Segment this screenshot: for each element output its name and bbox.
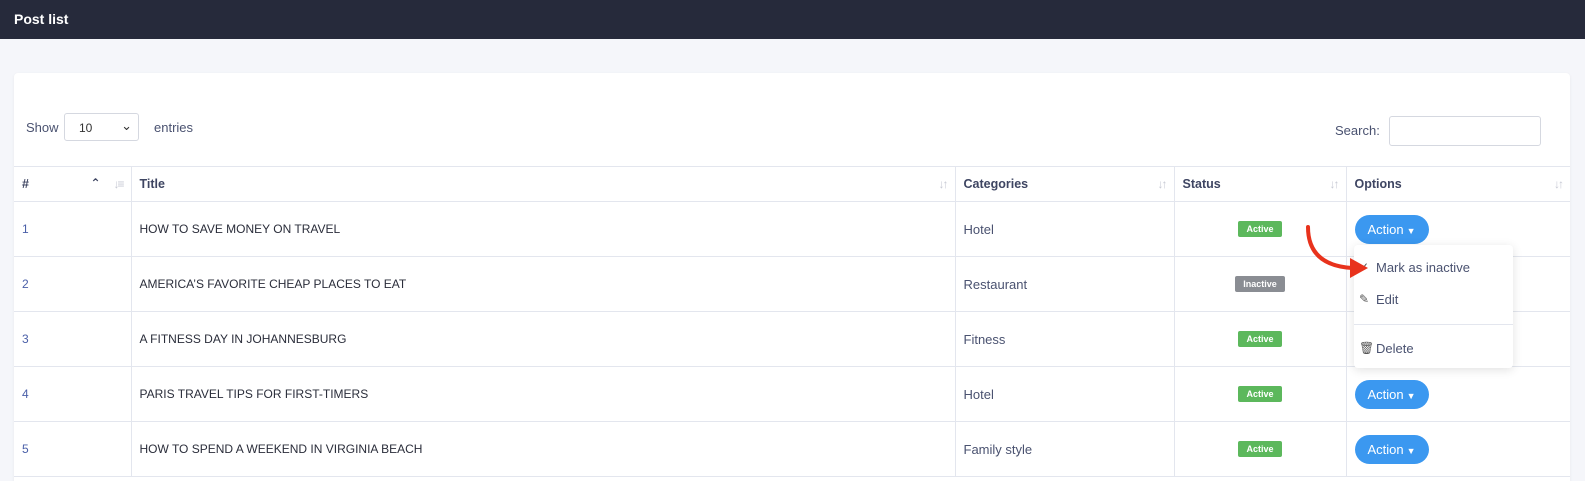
show-label: Show — [26, 120, 59, 135]
pencil-icon: ✎ — [1359, 292, 1370, 306]
table-row: 4 PARIS TRAVEL TIPS FOR FIRST-TIMERS Hot… — [14, 366, 1570, 422]
entries-label: entries — [154, 120, 194, 135]
column-header-categories[interactable]: Categories ↓↑ — [955, 166, 1175, 202]
status-badge: Active — [1238, 221, 1282, 237]
column-header-number[interactable]: # ⌃ ↓≡ — [14, 166, 132, 202]
status-badge: Active — [1238, 331, 1282, 347]
trash-icon: 🗑 — [1359, 341, 1375, 355]
menu-item-edit[interactable]: ✎ Edit — [1359, 292, 1399, 307]
row-number: 3 — [14, 311, 132, 367]
caret-down-icon: ▼ — [1406, 445, 1416, 456]
action-dropdown-menu: ✓ Mark as inactive ✎ Edit 🗑 Delete — [1354, 245, 1513, 368]
row-category: Hotel — [955, 201, 1175, 257]
menu-item-mark-inactive[interactable]: ✓ Mark as inactive — [1359, 260, 1470, 275]
table-row: 3 A FITNESS DAY IN JOHANNESBURG Fitness … — [14, 311, 1570, 367]
page-size-select[interactable]: 10 ⌄ — [64, 113, 139, 141]
table-header-row: # ⌃ ↓≡ Title ↓↑ Categories ↓↑ Status ↓↑ — [14, 166, 1570, 202]
column-header-title[interactable]: Title ↓↑ — [131, 166, 956, 202]
status-badge: Active — [1238, 441, 1282, 457]
pointer-arrow-icon — [1306, 225, 1368, 278]
table-row: 5 HOW TO SPEND A WEEKEND IN VIRGINIA BEA… — [14, 421, 1570, 477]
row-title: HOW TO SAVE MONEY ON TRAVEL — [131, 201, 956, 257]
top-bar: Post list — [0, 0, 1585, 39]
row-status: Active — [1174, 311, 1347, 367]
action-button[interactable]: Action ▼ — [1354, 434, 1429, 464]
menu-item-label: Delete — [1376, 341, 1414, 356]
menu-item-label: Edit — [1376, 292, 1399, 307]
row-status: Active — [1174, 366, 1347, 422]
row-category: Family style — [955, 421, 1175, 477]
chevron-down-icon: ⌄ — [121, 118, 132, 133]
sort-ascending-icon: ⌃ — [90, 176, 101, 190]
row-number: 2 — [14, 256, 132, 312]
row-category: Fitness — [955, 311, 1175, 367]
caret-down-icon: ▼ — [1406, 390, 1416, 401]
row-category: Restaurant — [955, 256, 1175, 312]
row-title: PARIS TRAVEL TIPS FOR FIRST-TIMERS — [131, 366, 956, 422]
menu-divider — [1354, 324, 1513, 325]
page-title: Post list — [14, 11, 69, 27]
status-badge: Inactive — [1235, 276, 1285, 292]
row-options: Action ▼ — [1346, 366, 1570, 422]
row-number: 4 — [14, 366, 132, 422]
search-input[interactable] — [1389, 116, 1541, 146]
sort-icon: ↓↑ — [938, 177, 949, 191]
search-label: Search: — [1335, 123, 1380, 138]
action-button[interactable]: Action ▼ — [1354, 379, 1429, 409]
sort-icon: ↓↑ — [1554, 177, 1564, 191]
row-number: 5 — [14, 421, 132, 477]
row-options: Action ▼ — [1346, 421, 1570, 477]
menu-item-delete[interactable]: 🗑 Delete — [1359, 341, 1414, 356]
row-title: A FITNESS DAY IN JOHANNESBURG — [131, 311, 956, 367]
status-badge: Active — [1238, 386, 1282, 402]
column-header-status[interactable]: Status ↓↑ — [1174, 166, 1347, 202]
sort-icon: ↓↑ — [1329, 177, 1340, 191]
row-title: AMERICA’S FAVORITE CHEAP PLACES TO EAT — [131, 256, 956, 312]
sort-icon: ↓≡ — [113, 177, 124, 191]
row-title: HOW TO SPEND A WEEKEND IN VIRGINIA BEACH — [131, 421, 956, 477]
sort-icon: ↓↑ — [1157, 177, 1168, 191]
caret-down-icon: ▼ — [1406, 225, 1416, 236]
row-category: Hotel — [955, 366, 1175, 422]
row-number: 1 — [14, 201, 132, 257]
page-size-value: 10 — [79, 121, 93, 135]
column-header-options[interactable]: Options ↓↑ — [1346, 166, 1570, 202]
post-table: # ⌃ ↓≡ Title ↓↑ Categories ↓↑ Status ↓↑ — [14, 166, 1570, 477]
row-status: Active — [1174, 421, 1347, 477]
menu-item-label: Mark as inactive — [1376, 260, 1470, 275]
